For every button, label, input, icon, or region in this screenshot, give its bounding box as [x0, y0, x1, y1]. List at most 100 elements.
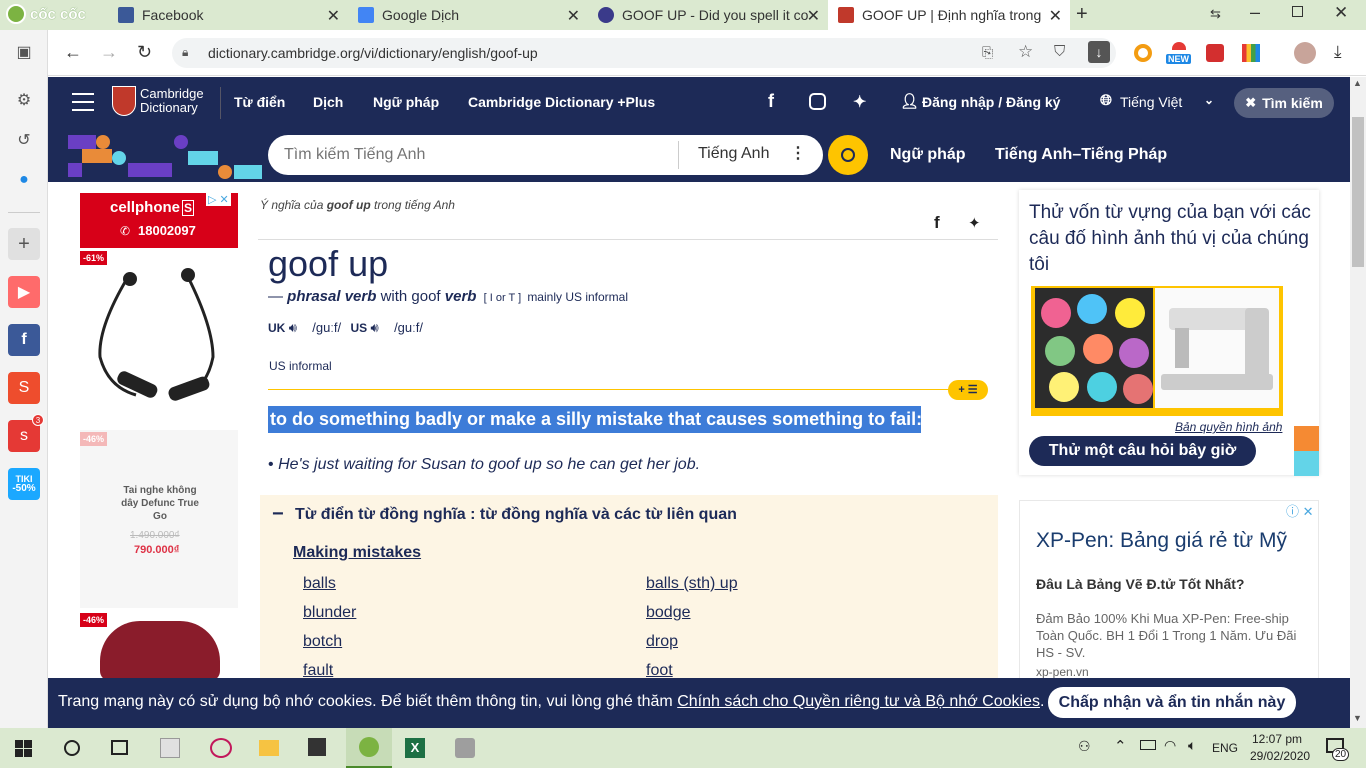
new-tab-icon[interactable]: +	[1076, 3, 1088, 26]
close-window-icon[interactable]: ✕	[1334, 3, 1348, 23]
history-icon[interactable]: ↺	[8, 124, 40, 156]
login-link[interactable]: Đăng nhập / Đăng ký	[922, 94, 1060, 110]
messenger-icon[interactable]: ●	[8, 164, 40, 196]
shield-icon[interactable]: ⛉	[1054, 43, 1065, 60]
windows-start-icon[interactable]	[15, 740, 32, 757]
search-input[interactable]	[284, 143, 664, 167]
task-view-icon[interactable]	[111, 740, 128, 755]
close-icon[interactable]: ✕	[807, 6, 820, 26]
reload-icon[interactable]: ↻	[137, 42, 152, 63]
add-to-list-button[interactable]: + ☰	[948, 380, 988, 400]
shopee-icon[interactable]: S	[8, 372, 40, 404]
tab-goof-up-cambridge[interactable]: GOOF UP | Định nghĩa trong T ✕	[828, 0, 1070, 30]
add-icon[interactable]: +	[8, 228, 40, 260]
facebook-icon[interactable]: f	[768, 91, 774, 112]
quiz-button[interactable]: Thử một câu hỏi bây giờ	[1029, 436, 1256, 466]
coccoc-logo[interactable]: cốc cốc	[6, 4, 86, 24]
coccoc-taskbar-icon[interactable]	[346, 728, 392, 768]
grammar-link[interactable]: Ngữ pháp	[890, 146, 966, 164]
synonym-link[interactable]: balls	[303, 575, 336, 593]
tab-list-icon[interactable]: ⇆	[1210, 6, 1221, 22]
speaker-icon[interactable]: 🔊︎	[371, 320, 379, 335]
left-ad[interactable]: cellphone S ✆ 18002097 ▷ ✕ -61% -46% Tai …	[80, 193, 238, 678]
sticky-notes-icon[interactable]	[308, 738, 326, 756]
input-language[interactable]: ENG	[1212, 741, 1238, 755]
scroll-down-icon[interactable]: ▼	[1353, 713, 1362, 723]
url-box[interactable]: 🔒︎ dictionary.cambridge.org/vi/dictionar…	[172, 38, 1116, 68]
facebook-sidebar-icon[interactable]: f	[8, 324, 40, 356]
file-explorer-icon[interactable]	[259, 740, 279, 756]
synonym-link[interactable]: botch	[303, 633, 342, 651]
panel-icon[interactable]: ▣	[8, 36, 40, 68]
accept-cookies-button[interactable]: Chấp nhận và ẩn tin nhắn này	[1048, 687, 1296, 718]
minimize-icon[interactable]: –	[1250, 2, 1260, 23]
paint-palette-image[interactable]	[1035, 288, 1153, 408]
excel-icon[interactable]: X	[405, 738, 425, 758]
share-facebook-icon[interactable]: f	[934, 213, 940, 233]
tray-up-icon[interactable]: ⌃	[1114, 737, 1127, 755]
synonym-link[interactable]: balls (sth) up	[646, 575, 738, 593]
share-twitter-icon[interactable]: ✦	[968, 214, 981, 232]
translate-icon[interactable]: ⎘	[982, 44, 993, 61]
sewing-machine-image[interactable]	[1155, 288, 1279, 408]
scroll-thumb[interactable]	[1352, 117, 1364, 267]
tab-facebook[interactable]: Facebook ✕	[108, 0, 348, 30]
image-credit-link[interactable]: Bản quyền hình ảnh	[1175, 420, 1282, 434]
close-icon[interactable]: ✕	[1049, 6, 1062, 26]
url-text[interactable]: dictionary.cambridge.org/vi/dictionary/e…	[208, 45, 538, 61]
tab-google-dich[interactable]: Google Dịch ✕	[348, 0, 588, 30]
battery-icon[interactable]	[1140, 740, 1156, 750]
app-paint-icon[interactable]	[160, 738, 180, 758]
download-icon[interactable]: ↓	[1088, 41, 1110, 63]
tiki-icon[interactable]: TIKI -50%	[8, 468, 40, 500]
ad-choices-icon[interactable]: ▷ ✕	[206, 193, 231, 206]
app-network-icon[interactable]	[210, 738, 232, 758]
right-ad[interactable]: ⓘ ✕ XP-Pen: Bảng giá rẻ từ Mỹ Đâu Là Bản…	[1019, 500, 1319, 680]
color-ext-icon[interactable]	[1242, 44, 1260, 62]
dictionary-select[interactable]: Tiếng Anh	[698, 145, 769, 163]
language-select[interactable]: Tiếng Việt	[1120, 94, 1182, 110]
forward-icon[interactable]: →	[100, 42, 118, 63]
thesaurus-subtitle[interactable]: Making mistakes	[293, 544, 421, 562]
synonym-link[interactable]: drop	[646, 633, 678, 651]
privacy-link[interactable]: Chính sách cho Quyền riêng tư và Bộ nhớ …	[677, 693, 1040, 710]
downloads-icon[interactable]: ⤓	[1334, 42, 1342, 62]
synonym-link[interactable]: blunder	[303, 604, 356, 622]
red-ext-icon[interactable]	[1206, 44, 1224, 62]
nav-translate[interactable]: Dịch	[313, 94, 343, 110]
star-icon[interactable]: ☆	[1018, 42, 1033, 62]
search-toggle-button[interactable]: ✖ Tìm kiếm	[1234, 88, 1334, 118]
clock-time[interactable]: 12:07 pm	[1252, 732, 1302, 746]
chrome-ext-icon[interactable]	[1134, 44, 1152, 62]
wifi-icon[interactable]: ◠	[1164, 737, 1176, 754]
sendo-icon[interactable]: s 3	[8, 414, 44, 452]
new-ext-icon[interactable]: NEW	[1166, 42, 1192, 64]
close-icon[interactable]: ✕	[327, 6, 340, 26]
close-icon[interactable]: ✕	[567, 6, 580, 26]
collapse-icon[interactable]: −	[272, 503, 284, 526]
people-icon[interactable]: ⚇	[1078, 738, 1091, 755]
twitter-icon[interactable]: ✦	[853, 92, 866, 112]
maximize-icon[interactable]	[1292, 6, 1303, 17]
ad-choices-icon[interactable]: ⓘ ✕	[1286, 501, 1314, 520]
english-french-link[interactable]: Tiếng Anh–Tiếng Pháp	[995, 146, 1167, 164]
nav-grammar[interactable]: Ngữ pháp	[373, 94, 439, 110]
clock-date[interactable]: 29/02/2020	[1250, 749, 1310, 763]
youtube-icon[interactable]: ▶	[8, 276, 40, 308]
settings-icon[interactable]: ⚙	[8, 84, 40, 116]
cortana-icon[interactable]	[64, 740, 80, 756]
search-button[interactable]	[828, 135, 868, 175]
synonym-link[interactable]: bodge	[646, 604, 691, 622]
nav-dictionary[interactable]: Từ điển	[234, 94, 285, 110]
nav-plus[interactable]: Cambridge Dictionary +Plus	[468, 94, 655, 110]
app-settings-icon[interactable]	[455, 738, 475, 758]
profile-avatar[interactable]	[1294, 42, 1316, 64]
volume-icon[interactable]: 🔈︎	[1188, 737, 1196, 754]
tab-goof-up-spell[interactable]: GOOF UP - Did you spell it co ✕	[588, 0, 828, 30]
chevron-down-icon[interactable]: ⌄	[1204, 93, 1214, 107]
cambridge-logo[interactable]: Cambridge Dictionary	[112, 86, 204, 116]
instagram-icon[interactable]	[809, 93, 826, 110]
speaker-icon[interactable]: 🔊︎	[289, 320, 297, 335]
menu-icon[interactable]	[72, 93, 94, 111]
scroll-up-icon[interactable]: ▲	[1353, 78, 1362, 88]
